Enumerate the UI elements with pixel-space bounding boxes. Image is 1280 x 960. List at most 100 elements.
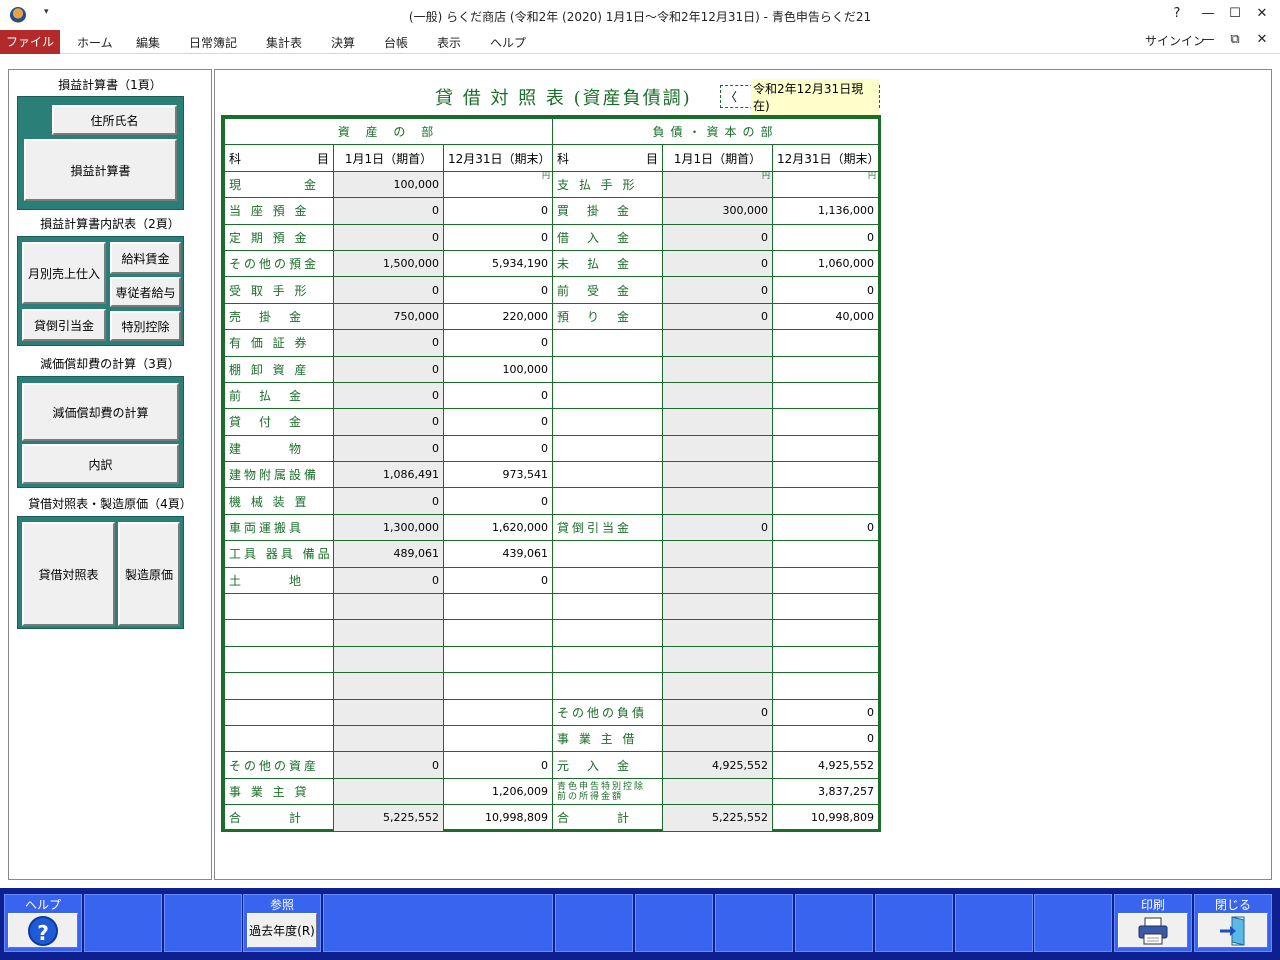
liability-end-value[interactable] <box>772 593 880 621</box>
asset-end-value[interactable]: 0 <box>442 487 554 515</box>
liability-start-value[interactable] <box>662 566 774 595</box>
liability-end-value[interactable]: 0 <box>772 513 880 542</box>
menu-settlement[interactable]: 決算 <box>331 34 355 51</box>
liability-start-value[interactable] <box>662 487 774 515</box>
asset-start-value[interactable]: 1,086,491 <box>333 461 444 489</box>
liability-end-value[interactable] <box>772 434 880 463</box>
depreciation-calc-button[interactable]: 減価償却費の計算 <box>22 383 179 441</box>
close-button[interactable]: ✕ <box>1252 6 1272 21</box>
liability-start-value[interactable] <box>662 672 774 700</box>
menu-help[interactable]: ヘルプ <box>490 34 526 51</box>
asset-start-value[interactable]: 0 <box>333 408 444 436</box>
print-button[interactable] <box>1118 913 1188 948</box>
fkey-2[interactable] <box>84 894 162 952</box>
asset-start-value[interactable]: 100,000 <box>333 170 444 199</box>
asset-end-value[interactable]: 0 <box>442 197 554 225</box>
asset-start-value[interactable]: 1,300,000 <box>333 513 444 542</box>
asset-end-value[interactable] <box>442 724 554 753</box>
fkey-10[interactable] <box>875 894 953 952</box>
asset-start-value[interactable]: 0 <box>333 434 444 463</box>
menu-summary[interactable]: 集計表 <box>266 34 302 51</box>
asset-end-value[interactable]: 円 <box>442 170 554 199</box>
asset-start-value[interactable]: 0 <box>333 223 444 251</box>
depreciation-detail-button[interactable]: 内訳 <box>22 444 179 484</box>
liability-start-value[interactable]: 0 <box>662 302 774 331</box>
liability-end-value[interactable] <box>772 381 880 410</box>
liability-start-value[interactable]: 0 <box>662 276 774 304</box>
asset-end-value[interactable] <box>442 645 554 674</box>
fkey-8[interactable] <box>715 894 793 952</box>
liability-start-value[interactable] <box>662 355 774 383</box>
salary-button[interactable]: 給料賃金 <box>110 242 181 274</box>
asset-end-value[interactable]: 0 <box>442 329 554 357</box>
liability-end-value[interactable] <box>772 461 880 489</box>
liability-end-value[interactable] <box>772 540 880 568</box>
fkey-7[interactable] <box>635 894 713 952</box>
fkey-12[interactable] <box>1034 894 1112 952</box>
liability-end-value[interactable]: 円 <box>772 170 880 199</box>
asset-start-value[interactable] <box>333 593 444 621</box>
menu-home[interactable]: ホーム <box>77 34 113 51</box>
asset-end-value[interactable] <box>442 698 554 726</box>
asset-start-value[interactable]: 0 <box>333 276 444 304</box>
menu-view[interactable]: 表示 <box>437 34 461 51</box>
liability-end-value[interactable] <box>772 408 880 436</box>
asset-end-value[interactable]: 0 <box>442 751 554 779</box>
liability-start-value[interactable]: 300,000 <box>662 197 774 225</box>
liability-end-value[interactable]: 0 <box>772 223 880 251</box>
menu-edit[interactable]: 編集 <box>136 34 160 51</box>
asset-end-value[interactable]: 0 <box>442 566 554 595</box>
asset-end-value[interactable]: 0 <box>442 408 554 436</box>
liability-end-value[interactable] <box>772 329 880 357</box>
minimize-button[interactable]: — <box>1198 6 1218 21</box>
liability-start-value[interactable]: 0 <box>662 513 774 542</box>
ribbon-restore-button[interactable]: ⧉ <box>1225 32 1245 47</box>
liability-start-value[interactable] <box>662 724 774 753</box>
liability-start-value[interactable] <box>662 461 774 489</box>
asset-start-value[interactable]: 0 <box>333 566 444 595</box>
asset-end-value[interactable]: 1,620,000 <box>442 513 554 542</box>
liability-start-value[interactable] <box>662 381 774 410</box>
liability-end-value[interactable]: 0 <box>772 698 880 726</box>
liability-start-value[interactable]: 0 <box>662 223 774 251</box>
liability-end-value[interactable]: 0 <box>772 276 880 304</box>
asset-end-value[interactable]: 220,000 <box>442 302 554 331</box>
past-year-button[interactable]: 過去年度(R) <box>247 913 317 948</box>
fkey-3[interactable] <box>164 894 242 952</box>
asset-start-value[interactable]: 750,000 <box>333 302 444 331</box>
fkey-9[interactable] <box>795 894 873 952</box>
liability-end-value[interactable]: 0 <box>772 724 880 753</box>
ribbon-close-button[interactable]: ✕ <box>1252 32 1272 47</box>
liability-start-value[interactable] <box>662 645 774 674</box>
asset-end-value[interactable]: 0 <box>442 276 554 304</box>
liability-end-value[interactable]: 10,998,809 <box>772 804 880 832</box>
asset-end-value[interactable]: 0 <box>442 434 554 463</box>
liability-start-value[interactable] <box>662 619 774 647</box>
liability-start-value[interactable] <box>662 777 774 806</box>
liability-start-value[interactable] <box>662 329 774 357</box>
help-fkey[interactable]: ヘルプ ? <box>4 894 82 952</box>
liability-start-value[interactable] <box>662 408 774 436</box>
bad-debt-allowance-button[interactable]: 貸倒引当金 <box>22 309 106 341</box>
asset-end-value[interactable]: 5,934,190 <box>442 249 554 278</box>
liability-end-value[interactable] <box>772 645 880 674</box>
asset-start-value[interactable] <box>333 777 444 806</box>
menu-ledger[interactable]: 台帳 <box>384 34 408 51</box>
asset-start-value[interactable]: 489,061 <box>333 540 444 568</box>
address-name-button[interactable]: 住所氏名 <box>52 105 177 135</box>
liability-start-value[interactable]: 0 <box>662 698 774 726</box>
asset-end-value[interactable]: 1,206,009 <box>442 777 554 806</box>
liability-end-value[interactable]: 40,000 <box>772 302 880 331</box>
income-statement-button[interactable]: 損益計算書 <box>24 139 177 201</box>
asset-start-value[interactable] <box>333 619 444 647</box>
asset-start-value[interactable]: 0 <box>333 487 444 515</box>
asset-end-value[interactable]: 10,998,809 <box>442 804 554 832</box>
liability-end-value[interactable]: 1,136,000 <box>772 197 880 225</box>
asset-start-value[interactable]: 0 <box>333 197 444 225</box>
menu-file[interactable]: ファイル <box>0 30 60 54</box>
asset-end-value[interactable] <box>442 593 554 621</box>
print-fkey[interactable]: 印刷 <box>1114 894 1192 952</box>
signin-link[interactable]: サインイン <box>1145 32 1205 49</box>
help-button[interactable]: ? <box>1167 6 1187 21</box>
reference-fkey[interactable]: 参照 過去年度(R) <box>243 894 321 952</box>
